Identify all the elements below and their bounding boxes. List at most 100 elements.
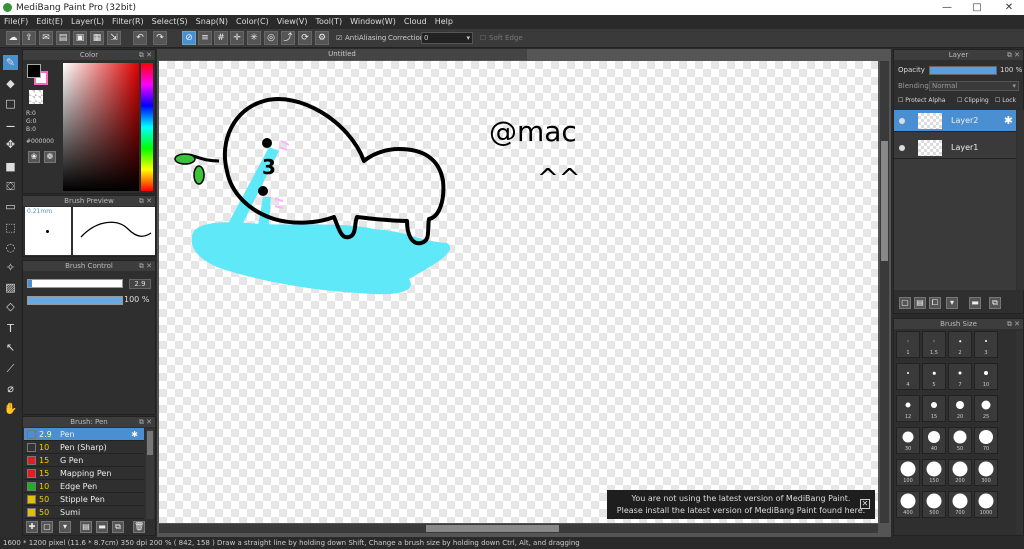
new-brush-icon[interactable]: ▢ <box>41 521 53 533</box>
color-palette-icon[interactable]: ❀ <box>28 151 40 163</box>
drawing-canvas[interactable]: 3 @mac ^^ <box>159 61 878 523</box>
brush-size-cell[interactable]: 12 <box>896 395 920 422</box>
trash-icon[interactable]: 🗑 <box>133 521 145 533</box>
gradient-tool-icon[interactable]: ▭ <box>3 199 18 214</box>
menu-window[interactable]: Window(W) <box>346 15 400 29</box>
menu-tool[interactable]: Tool(T) <box>311 15 346 29</box>
eye-icon[interactable] <box>899 118 905 124</box>
lock-checkbox[interactable]: ☐ Lock <box>995 97 1016 104</box>
menu-file[interactable]: File(F) <box>0 15 32 29</box>
export-icon[interactable]: ⇲ <box>107 31 121 45</box>
brush-size-cell[interactable]: 1.5 <box>922 331 946 358</box>
notice-line-2[interactable]: Please install the latest version of Med… <box>607 505 875 517</box>
panel-close-icon[interactable]: ⧉ ✕ <box>139 417 152 427</box>
brush-size-cell[interactable]: 15 <box>922 395 946 422</box>
magic-wand-tool-icon[interactable]: ✧ <box>3 260 18 275</box>
menu-layer[interactable]: Layer(L) <box>67 15 108 29</box>
layer-row-layer2[interactable]: Layer2 ✱ <box>894 110 1016 132</box>
layer-row-layer1[interactable]: Layer1 <box>894 137 1016 159</box>
menu-edit[interactable]: Edit(E) <box>32 15 67 29</box>
eye-icon[interactable] <box>899 145 905 151</box>
brush-size-cell[interactable]: 50 <box>948 427 972 454</box>
correction-select[interactable]: 0 ▾ <box>421 32 473 44</box>
text-tool-icon[interactable]: T <box>3 321 18 336</box>
fill-shape-tool-icon[interactable]: ■ <box>3 159 18 174</box>
merge-layer-icon[interactable]: ⧉ <box>989 297 1001 309</box>
parallel-snap-icon[interactable]: ≡ <box>198 31 212 45</box>
menu-cloud[interactable]: Cloud <box>400 15 431 29</box>
new-layer-icon[interactable]: ▢ <box>899 297 911 309</box>
scroll-thumb[interactable] <box>426 525 559 532</box>
menu-filter[interactable]: Filter(R) <box>108 15 148 29</box>
layer-opacity-slider[interactable] <box>929 66 997 75</box>
comment-icon[interactable]: ✉ <box>39 31 53 45</box>
cross-snap-icon[interactable]: ✛ <box>230 31 244 45</box>
circle-snap-icon[interactable]: ◎ <box>264 31 278 45</box>
update-notice[interactable]: You are not using the latest version of … <box>607 490 875 519</box>
brush-size-cell[interactable]: 700 <box>948 491 972 518</box>
vanishing-snap-icon[interactable]: ⟳ <box>298 31 312 45</box>
soft-edge-checkbox[interactable]: ☐ <box>480 34 486 42</box>
panel-icon[interactable]: ▣ <box>73 31 87 45</box>
brush-item-pen-sharp[interactable]: 10 Pen (Sharp) <box>24 441 144 454</box>
menu-help[interactable]: Help <box>431 15 457 29</box>
brush-size-cell[interactable]: 10 <box>974 363 998 390</box>
brush-size-cell[interactable]: 400 <box>896 491 920 518</box>
panel-close-icon[interactable]: ⧉ ✕ <box>1007 50 1020 60</box>
blending-select[interactable]: Normal ▾ <box>929 81 1019 91</box>
hand-tool-icon[interactable]: ✋ <box>3 401 18 416</box>
eraser-tool-icon[interactable]: ◆ <box>3 76 18 91</box>
radial-snap-icon[interactable]: ✳ <box>247 31 261 45</box>
curve-snap-icon[interactable]: ⤴ <box>281 31 295 45</box>
gear-icon[interactable]: ✱ <box>1004 114 1013 127</box>
canvas-vertical-scrollbar[interactable] <box>880 61 889 523</box>
transparent-color-swatch[interactable] <box>29 90 43 104</box>
brush-size-cell[interactable]: 1000 <box>974 491 998 518</box>
select-pen-tool-icon[interactable]: ▨ <box>3 280 18 295</box>
panel-close-icon[interactable]: ⧉ ✕ <box>139 196 152 206</box>
grid-snap-icon[interactable]: # <box>214 31 228 45</box>
brush-size-cell[interactable]: 40 <box>922 427 946 454</box>
close-notice-icon[interactable]: ✕ <box>860 499 870 509</box>
brush-list-scrollbar[interactable] <box>146 429 154 519</box>
brush-size-scrollbar[interactable] <box>1016 331 1023 535</box>
canvas-horizontal-scrollbar[interactable] <box>159 524 878 533</box>
brush-item-stipple-pen[interactable]: 50 Stipple Pen <box>24 493 144 506</box>
antialias-checkbox[interactable]: ☑ <box>336 34 342 42</box>
brush-size-cell[interactable]: 300 <box>974 459 998 486</box>
brush-item-sumi[interactable]: 50 Sumi <box>24 506 144 519</box>
duplicate-layer-icon[interactable]: ⧠ <box>929 297 941 309</box>
brush-menu-icon[interactable]: ▾ <box>59 521 71 533</box>
brush-size-cell[interactable]: 3 <box>974 331 998 358</box>
add-brush-icon[interactable]: ✚ <box>26 521 38 533</box>
brush-item-edge-pen[interactable]: 10 Edge Pen <box>24 480 144 493</box>
redo-icon[interactable]: ↷ <box>153 31 167 45</box>
cloud-icon[interactable]: ☁ <box>6 31 20 45</box>
move-tool-icon[interactable]: ✥ <box>3 137 18 152</box>
settings-snap-icon[interactable]: ⚙ <box>315 31 329 45</box>
select-tool-icon[interactable]: ⬚ <box>3 220 18 235</box>
layer-list-scrollbar[interactable] <box>1017 110 1024 290</box>
brush-settings-icon[interactable]: ▤ <box>80 521 92 533</box>
brush-item-pen[interactable]: 2.9 Pen ✱ <box>24 428 144 441</box>
panel-close-icon[interactable]: ⧉ ✕ <box>1007 319 1020 329</box>
brush-size-cell[interactable]: 70 <box>974 427 998 454</box>
brush-size-cell[interactable]: 30 <box>896 427 920 454</box>
minimize-button[interactable]: — <box>932 0 962 15</box>
brush-size-cell[interactable]: 500 <box>922 491 946 518</box>
divide-tool-icon[interactable]: ⟋ <box>3 361 18 376</box>
folder-icon[interactable]: ▬ <box>96 521 108 533</box>
brush-item-g-pen[interactable]: 15 G Pen <box>24 454 144 467</box>
brush-size-slider[interactable] <box>27 279 123 288</box>
bucket-tool-icon[interactable]: ⛋ <box>3 179 18 194</box>
panel-close-icon[interactable]: ⧉ ✕ <box>139 261 152 271</box>
menu-select[interactable]: Select(S) <box>148 15 192 29</box>
new-halftone-layer-icon[interactable]: ▤ <box>914 297 926 309</box>
brush-size-cell[interactable]: 20 <box>948 395 972 422</box>
dot-tool-icon[interactable]: ⚊ <box>3 116 18 131</box>
panel-close-icon[interactable]: ⧉ ✕ <box>139 50 152 60</box>
close-button[interactable]: ✕ <box>994 0 1024 15</box>
menu-snap[interactable]: Snap(N) <box>192 15 232 29</box>
select-eraser-tool-icon[interactable]: ◇ <box>3 299 18 314</box>
brush-size-cell[interactable]: 1 <box>896 331 920 358</box>
